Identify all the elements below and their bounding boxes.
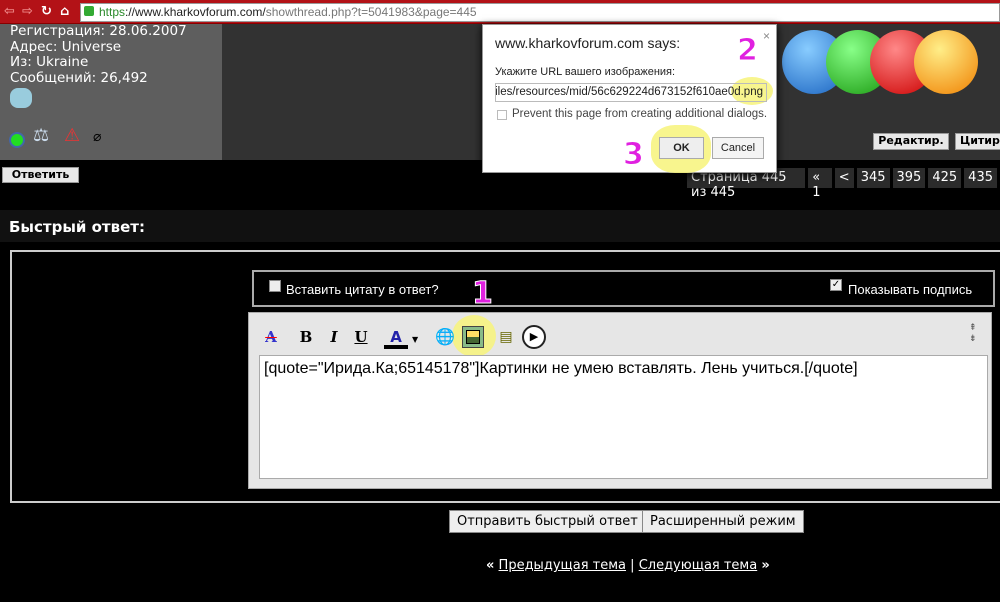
- image-url-value: 1/files/resources/mid/56c629224d673152f6…: [495, 86, 763, 98]
- show-signature-label: Показывать подпись: [848, 282, 973, 297]
- page-link[interactable]: 435: [964, 168, 997, 188]
- quote-post-button[interactable]: Цитир: [955, 133, 1000, 150]
- reply-button[interactable]: Ответить: [2, 167, 79, 183]
- insert-video-icon[interactable]: ▶: [522, 325, 546, 349]
- annotation-1: 1: [472, 276, 494, 312]
- next-arrow: »: [761, 558, 770, 573]
- page-prev[interactable]: <: [834, 168, 854, 188]
- prevent-dialogs-checkbox[interactable]: [497, 110, 507, 120]
- editor: A B I U A ▼ 🌐 ▤ ▶ ⇞ ⇟ [quote="Ирида.Ка;65…: [248, 312, 992, 489]
- dialog-prompt: Укажите URL вашего изображения:: [495, 66, 676, 78]
- separator: |: [630, 558, 635, 573]
- logo-orange-ball: [914, 30, 978, 94]
- page-link[interactable]: 425: [928, 168, 962, 188]
- registration-date: Регистрация: 28.06.2007: [10, 23, 187, 39]
- url-path: showthread.php?t=5041983&page=445: [265, 5, 477, 19]
- dialog-title: www.kharkovforum.com says:: [495, 35, 681, 51]
- page-first[interactable]: « 1: [808, 168, 832, 200]
- resize-editor-icon[interactable]: ⇞ ⇟: [969, 323, 977, 345]
- back-icon[interactable]: ⇦: [4, 4, 15, 19]
- insert-link-icon[interactable]: 🌐: [433, 325, 457, 349]
- gender-icon: [10, 88, 32, 108]
- location: Из: Ukraine: [10, 54, 89, 70]
- forward-icon[interactable]: ⇨: [22, 4, 33, 19]
- ok-button[interactable]: OK: [659, 137, 704, 159]
- insert-quote-icon[interactable]: ▤: [494, 325, 518, 349]
- online-status-icon: [9, 132, 25, 148]
- attachment-icon: ⌀: [93, 129, 102, 145]
- insert-quote-label: Вставить цитату в ответ?: [286, 282, 439, 297]
- quick-reply-title: Быстрый ответ:: [0, 210, 1000, 242]
- prev-arrow: «: [486, 558, 495, 573]
- chevron-down-icon[interactable]: ▼: [412, 335, 418, 344]
- advanced-mode-button[interactable]: Расширенный режим: [642, 510, 804, 533]
- page-link[interactable]: 345: [856, 168, 890, 188]
- report-warning-icon[interactable]: ⚠: [64, 127, 80, 144]
- reputation-scales-icon[interactable]: ⚖: [33, 127, 49, 144]
- show-signature-checkbox[interactable]: ✓: [830, 279, 842, 291]
- bold-button[interactable]: B: [294, 325, 318, 349]
- message-textarea[interactable]: [quote="Ирида.Ка;65145178"]Картинки не у…: [259, 355, 988, 479]
- url-scheme: https: [99, 5, 126, 19]
- annotation-2: 2: [737, 33, 759, 69]
- underline-button[interactable]: U: [349, 325, 373, 349]
- reload-icon[interactable]: ↻: [41, 4, 52, 19]
- page-link[interactable]: 395: [892, 168, 926, 188]
- image-url-input[interactable]: 1/files/resources/mid/56c629224d673152f6…: [495, 83, 767, 102]
- lock-icon: [84, 6, 94, 16]
- prevent-dialogs-label: Prevent this page from creating addition…: [512, 108, 768, 120]
- reply-options: Вставить цитату в ответ? ✓ Показывать по…: [252, 270, 995, 307]
- submit-quick-reply-button[interactable]: Отправить быстрый ответ: [449, 510, 646, 533]
- address-bar[interactable]: https://www.kharkovforum.com/showthread.…: [80, 3, 1000, 22]
- url-host: ://www.kharkovforum.com/: [125, 5, 266, 19]
- italic-button[interactable]: I: [322, 325, 346, 349]
- user-profile-panel: Регистрация: 28.06.2007 Адрес: Universe …: [0, 23, 222, 160]
- insert-image-icon[interactable]: [462, 326, 484, 348]
- cancel-button[interactable]: Cancel: [712, 137, 764, 159]
- post-count: Сообщений: 26,492: [10, 69, 148, 86]
- insert-quote-checkbox[interactable]: [269, 280, 281, 292]
- annotation-3: 3: [623, 137, 645, 173]
- next-thread-link[interactable]: Следующая тема: [639, 558, 758, 573]
- home-icon[interactable]: ⌂: [60, 4, 69, 19]
- edit-post-button[interactable]: Редактир.: [873, 133, 949, 150]
- font-color-button[interactable]: A: [384, 325, 408, 349]
- url-prompt-dialog: www.kharkovforum.com says: × Укажите URL…: [482, 24, 777, 173]
- thread-navigation: « Предыдущая тема | Следующая тема »: [486, 558, 770, 573]
- close-icon[interactable]: ×: [763, 29, 770, 43]
- address: Адрес: Universe: [10, 38, 122, 55]
- remove-format-icon[interactable]: A: [259, 325, 283, 349]
- browser-toolbar: ⇦ ⇨ ↻ ⌂ https://www.kharkovforum.com/sho…: [0, 0, 1000, 24]
- previous-thread-link[interactable]: Предыдущая тема: [499, 558, 626, 573]
